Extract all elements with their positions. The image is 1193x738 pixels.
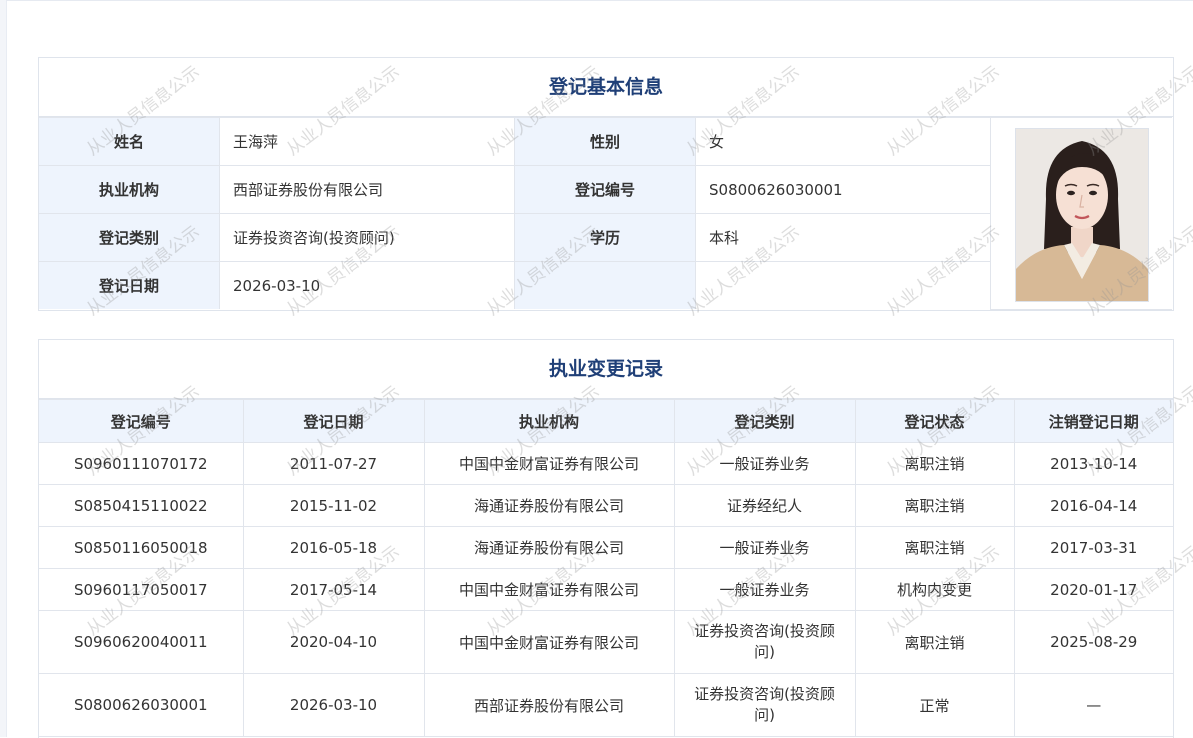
table-row: S0850116050018 2016-05-18 海通证券股份有限公司 一般证… (39, 526, 1173, 569)
cell-reg-number: S0800626030001 (39, 673, 244, 737)
institution-value: 西部证券股份有限公司 (219, 165, 515, 214)
cell-category: 一般证券业务 (673, 526, 856, 569)
cell-reg-date: 2015-11-02 (242, 484, 425, 527)
cell-status: 离职注销 (854, 484, 1015, 527)
history-header-row: 登记编号 登记日期 执业机构 登记类别 登记状态 注销登记日期 (39, 399, 1173, 443)
name-label: 姓名 (39, 117, 220, 166)
col-reg-number: 登记编号 (39, 399, 244, 443)
cell-status: 离职注销 (854, 610, 1015, 674)
cell-status: 离职注销 (854, 526, 1015, 569)
cell-category: 一般证券业务 (673, 442, 856, 485)
name-value: 王海萍 (219, 117, 515, 166)
cell-reg-date: 2017-05-14 (242, 568, 425, 611)
cell-category: 证券投资咨询(投资顾问) (673, 673, 856, 737)
basic-info-panel: 登记基本信息 姓名 王海萍 性别 女 执业机构 西部证券股份有限公司 登记编号 … (38, 57, 1174, 311)
history-panel: 执业变更记录 登记编号 登记日期 执业机构 登记类别 登记状态 注销登记日期 S… (38, 339, 1174, 738)
cell-reg-number: S0850116050018 (39, 526, 244, 569)
cell-reg-number: S0960117050017 (39, 568, 244, 611)
cell-cancel-date: 2017-03-31 (1013, 526, 1173, 569)
cell-institution: 海通证券股份有限公司 (423, 484, 675, 527)
cell-status: 机构内变更 (854, 568, 1015, 611)
institution-label: 执业机构 (39, 165, 220, 214)
cell-institution: 中国中金财富证券有限公司 (423, 442, 675, 485)
cell-category: 证券投资咨询(投资顾问) (673, 610, 856, 674)
category-label: 登记类别 (39, 213, 220, 262)
reg-number-value: S0800626030001 (695, 165, 991, 214)
reg-date-value: 2026-03-10 (219, 261, 515, 309)
person-photo-image (1016, 129, 1148, 301)
cell-category-text: 证券投资咨询(投资顾问) (694, 685, 835, 724)
col-cancel-date: 注销登记日期 (1013, 399, 1173, 443)
cell-reg-number: S0960620040011 (39, 610, 244, 674)
history-table: 登记编号 登记日期 执业机构 登记类别 登记状态 注销登记日期 S0960111… (39, 399, 1173, 737)
col-reg-date: 登记日期 (242, 399, 425, 443)
cell-institution: 西部证券股份有限公司 (423, 673, 675, 737)
cell-reg-date: 2026-03-10 (242, 673, 425, 737)
basic-info-table: 姓名 王海萍 性别 女 执业机构 西部证券股份有限公司 登记编号 S080062… (39, 117, 1172, 310)
table-row: S0960111070172 2011-07-27 中国中金财富证券有限公司 一… (39, 442, 1173, 485)
cell-reg-date: 2016-05-18 (242, 526, 425, 569)
cell-category-text: 证券投资咨询(投资顾问) (694, 622, 835, 661)
cell-reg-date: 2011-07-27 (242, 442, 425, 485)
cell-cancel-date: — (1013, 673, 1173, 737)
table-row: S0800626030001 2026-03-10 西部证券股份有限公司 证券投… (39, 673, 1173, 737)
basic-info-title: 登记基本信息 (39, 58, 1173, 117)
cell-reg-number: S0960111070172 (39, 442, 244, 485)
cell-category: 证券经纪人 (673, 484, 856, 527)
cell-status: 离职注销 (854, 442, 1015, 485)
cell-reg-number: S0850415110022 (39, 484, 244, 527)
person-photo (1015, 128, 1149, 302)
category-value: 证券投资咨询(投资顾问) (219, 213, 515, 262)
window-left-edge (0, 0, 7, 737)
reg-date-label: 登记日期 (39, 261, 220, 309)
cell-cancel-date: 2020-01-17 (1013, 568, 1173, 611)
history-title: 执业变更记录 (39, 340, 1173, 399)
cell-cancel-date: 2025-08-29 (1013, 610, 1173, 674)
empty-value (695, 261, 991, 309)
empty-label (514, 261, 696, 309)
cell-cancel-date: 2013-10-14 (1013, 442, 1173, 485)
window-top-edge (6, 0, 1193, 1)
page: 登记基本信息 姓名 王海萍 性别 女 执业机构 西部证券股份有限公司 登记编号 … (0, 0, 1193, 738)
cell-category: 一般证券业务 (673, 568, 856, 611)
info-row-name: 姓名 王海萍 性别 女 (39, 117, 1172, 310)
col-category: 登记类别 (673, 399, 856, 443)
cell-cancel-date: 2016-04-14 (1013, 484, 1173, 527)
education-label: 学历 (514, 213, 696, 262)
reg-number-label: 登记编号 (514, 165, 696, 214)
cell-reg-date: 2020-04-10 (242, 610, 425, 674)
cell-status: 正常 (854, 673, 1015, 737)
cell-institution: 中国中金财富证券有限公司 (423, 610, 675, 674)
col-institution: 执业机构 (423, 399, 675, 443)
table-row: S0960117050017 2017-05-14 中国中金财富证券有限公司 一… (39, 568, 1173, 611)
cell-institution: 海通证券股份有限公司 (423, 526, 675, 569)
gender-label: 性别 (514, 117, 696, 166)
education-value: 本科 (695, 213, 991, 262)
gender-value: 女 (695, 117, 991, 166)
cell-institution: 中国中金财富证券有限公司 (423, 568, 675, 611)
col-status: 登记状态 (854, 399, 1015, 443)
table-row: S0850415110022 2015-11-02 海通证券股份有限公司 证券经… (39, 484, 1173, 527)
table-row: S0960620040011 2020-04-10 中国中金财富证券有限公司 证… (39, 610, 1173, 674)
